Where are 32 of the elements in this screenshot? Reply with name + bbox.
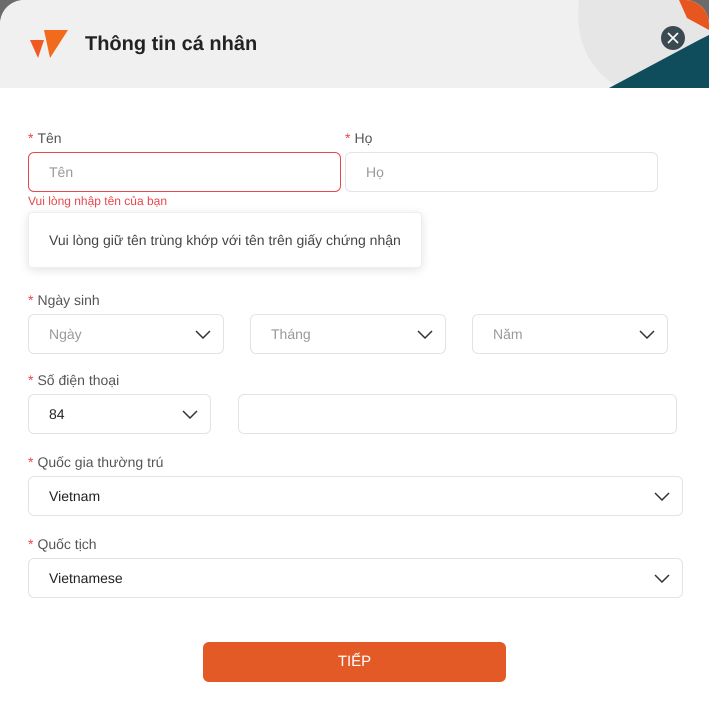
error-message: Vui lòng nhập tên của bạn <box>28 194 168 208</box>
chevron-down-icon <box>639 330 655 338</box>
select-field[interactable]: Ngày <box>28 314 224 354</box>
select-field[interactable]: Vietnam <box>28 476 683 516</box>
phone-field[interactable] <box>238 394 677 434</box>
chevron-down-icon <box>195 330 211 338</box>
field-label: Số điện thoại <box>37 372 120 388</box>
required-mark: * <box>345 130 350 146</box>
field-label: Quốc gia thường trú <box>37 454 164 470</box>
next-button[interactable]: TIẾP <box>203 642 506 682</box>
logo-icon <box>30 30 68 58</box>
required-mark: * <box>28 454 34 470</box>
dialog-title: Thông tin cá nhân <box>85 32 258 57</box>
required-mark: * <box>28 292 34 308</box>
select-field[interactable]: Vietnamese <box>28 558 683 598</box>
close-icon <box>667 32 679 44</box>
field-label: Ngày sinh <box>37 292 100 308</box>
select-field[interactable]: Tháng <box>250 314 446 354</box>
field-label: Họ <box>354 130 372 146</box>
chevron-down-icon <box>654 574 670 582</box>
field-label: Tên <box>37 130 62 146</box>
chevron-down-icon <box>654 492 670 500</box>
chevron-down-icon <box>417 330 433 338</box>
required-mark: * <box>28 130 34 146</box>
select-field[interactable]: 84 <box>28 394 211 434</box>
chevron-down-icon <box>182 410 198 418</box>
required-mark: * <box>28 372 34 388</box>
select-field[interactable]: Năm <box>472 314 668 354</box>
text-field[interactable]: Tên <box>28 152 341 192</box>
field-label: Quốc tịch <box>37 536 97 552</box>
required-mark: * <box>28 536 34 552</box>
tooltip: Vui lòng giữ tên trùng khớp với tên trên giấy chứng nhận <box>28 212 422 268</box>
